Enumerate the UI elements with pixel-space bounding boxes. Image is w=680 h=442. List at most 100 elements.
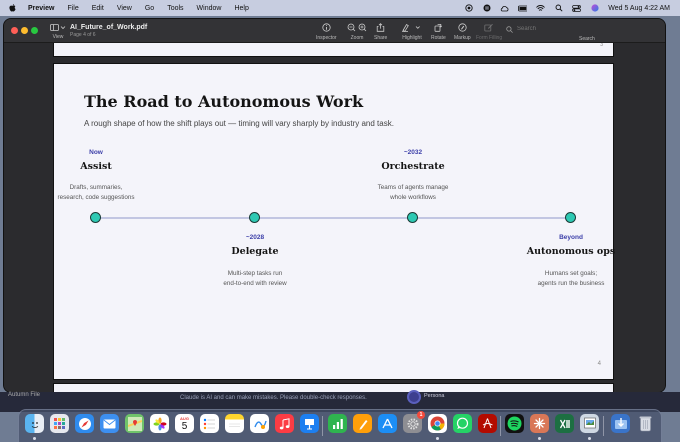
document-page-indicator: Page 4 of 6 — [70, 32, 96, 38]
inspector-label: Inspector — [316, 35, 337, 41]
whatsapp-icon[interactable] — [453, 414, 472, 433]
close-window-button[interactable] — [11, 27, 18, 34]
pages-icon[interactable] — [353, 414, 372, 433]
dock-separator — [322, 416, 323, 436]
pause-icon[interactable] — [482, 4, 491, 12]
system-settings-icon[interactable]: 1 — [403, 411, 425, 433]
search-field[interactable] — [506, 23, 634, 35]
maximize-window-button[interactable] — [31, 27, 38, 34]
menu-view[interactable]: View — [117, 5, 132, 12]
downloads-icon[interactable] — [611, 414, 630, 433]
next-page — [53, 383, 614, 392]
timeline-node-autonomous-ops — [565, 212, 576, 223]
sidebar-toggle-icon — [50, 24, 66, 31]
spotlight-search-icon[interactable] — [554, 4, 563, 12]
chrome-running-indicator — [436, 437, 439, 440]
music-icon[interactable] — [275, 414, 294, 433]
search-input[interactable] — [517, 26, 617, 32]
apple-menu-icon[interactable] — [9, 4, 16, 12]
menu-tools[interactable]: Tools — [167, 5, 183, 12]
preview-icon[interactable] — [580, 414, 599, 433]
highlight-button[interactable]: Highlight — [401, 23, 423, 41]
numbers-icon[interactable] — [328, 414, 347, 433]
background-app-label: Autumn File — [8, 392, 41, 398]
dock-separator — [603, 416, 604, 436]
maps-icon[interactable] — [125, 414, 144, 433]
minimize-window-button[interactable] — [21, 27, 28, 34]
highlighter-icon — [402, 23, 420, 32]
claude-icon[interactable] — [530, 414, 549, 433]
view-label: View — [52, 34, 64, 40]
menu-file[interactable]: File — [67, 5, 78, 12]
settings-update-badge: 1 — [417, 411, 425, 419]
stage-assist-description: Drafts, summaries, research, code sugges… — [57, 184, 135, 201]
acrobat-icon[interactable] — [478, 414, 497, 433]
timeline-node-assist — [90, 212, 101, 223]
search-label: Search — [579, 36, 595, 42]
status-area: Wed 5 Aug 4:22 AM — [464, 0, 670, 16]
markup-button[interactable]: Markup — [454, 23, 471, 41]
stage-delegate-description: Multi-step tasks run end-to-end with rev… — [223, 270, 287, 287]
persona-avatar[interactable] — [407, 390, 421, 404]
slide-title: The Road to Autonomous Work — [84, 92, 364, 111]
freeform-icon[interactable] — [250, 414, 269, 433]
notes-icon[interactable] — [225, 414, 244, 433]
stage-autonomous-ops-timing: Beyond — [559, 234, 583, 241]
stage-orchestrate-description: Teams of agents manage whole workflows — [377, 184, 449, 201]
battery-icon[interactable] — [518, 4, 528, 12]
share-label: Share — [374, 35, 388, 41]
launchpad-icon[interactable] — [50, 414, 69, 433]
photos-icon[interactable] — [150, 414, 169, 433]
rotate-label: Rotate — [431, 35, 446, 41]
chrome-icon[interactable] — [428, 414, 447, 433]
highlight-label: Highlight — [402, 35, 422, 41]
share-button[interactable]: Share — [374, 23, 387, 41]
siri-icon[interactable] — [590, 4, 599, 12]
excel-icon[interactable] — [555, 414, 574, 433]
slide-subtitle: A rough shape of how the shift plays out… — [84, 119, 394, 128]
form-filling-icon — [484, 23, 493, 32]
persona-label: Persona — [424, 393, 445, 399]
document-title[interactable]: AI_Future_of_Work.pdf — [70, 24, 147, 31]
keynote-icon[interactable] — [300, 414, 319, 433]
timeline-node-delegate — [249, 212, 260, 223]
calendar-day: 5 — [181, 420, 188, 432]
screen-record-icon[interactable] — [464, 4, 473, 12]
zoom-buttons[interactable]: Zoom — [347, 23, 367, 41]
menu-edit[interactable]: Edit — [92, 5, 104, 12]
mail-icon[interactable] — [100, 414, 119, 433]
reminders-icon[interactable] — [200, 414, 219, 433]
menu-go[interactable]: Go — [145, 5, 154, 12]
form-filling-button[interactable]: Form Filling — [476, 23, 502, 41]
preview-window: View AI_Future_of_Work.pdf Page 4 of 6 I… — [4, 19, 665, 392]
rotate-button[interactable]: Rotate — [431, 23, 446, 41]
trash-icon[interactable] — [636, 414, 655, 433]
safari-icon[interactable] — [75, 414, 94, 433]
menu-window[interactable]: Window — [197, 5, 222, 12]
stage-delegate-timing: ~2028 — [245, 234, 265, 241]
cloud-icon[interactable] — [500, 4, 509, 12]
markup-pen-icon — [458, 23, 467, 32]
menu-app-preview[interactable]: Preview — [28, 5, 54, 12]
calendar-icon[interactable]: AUG 5 — [175, 414, 194, 433]
vertical-scrollbar[interactable] — [655, 47, 659, 377]
menubar-clock[interactable]: Wed 5 Aug 4:22 AM — [608, 5, 670, 12]
inspector-button[interactable]: Inspector — [316, 23, 337, 41]
timeline-node-orchestrate — [407, 212, 418, 223]
stage-autonomous-ops-name: Autonomous ops — [526, 246, 616, 257]
wifi-icon[interactable] — [536, 4, 546, 12]
document-scroll-area[interactable]: 3 The Road to Autonomous Work A rough sh… — [4, 43, 665, 392]
stage-delegate-name: Delegate — [231, 246, 279, 257]
app-store-icon[interactable] — [378, 414, 397, 433]
stage-autonomous-ops-description: Humans set goals; agents run the busines… — [537, 270, 605, 287]
menu-bar: Preview File Edit View Go Tools Window H… — [0, 0, 680, 16]
window-toolbar: View AI_Future_of_Work.pdf Page 4 of 6 I… — [4, 19, 665, 43]
view-menu-button[interactable]: View — [48, 24, 68, 40]
menu-help[interactable]: Help — [234, 5, 248, 12]
dock: AUG 5 1 — [18, 409, 662, 442]
spotify-icon[interactable] — [505, 414, 524, 433]
finder-icon[interactable] — [25, 414, 44, 433]
stage-assist-timing: Now — [89, 149, 103, 156]
control-center-icon[interactable] — [572, 4, 582, 12]
info-icon — [322, 23, 331, 32]
